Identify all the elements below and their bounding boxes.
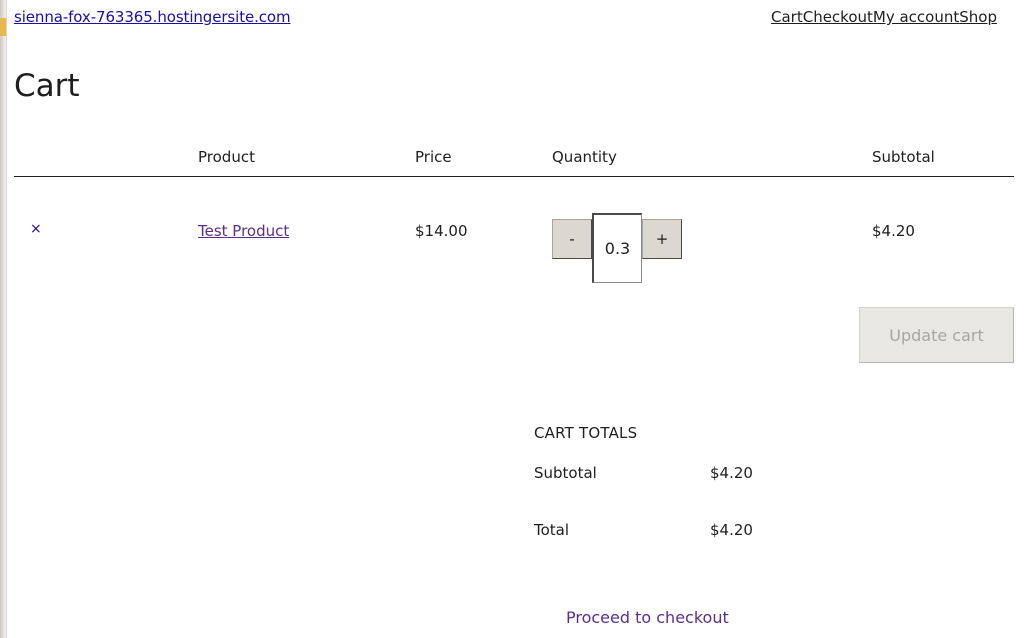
remove-item-icon[interactable]: ×	[30, 221, 42, 237]
product-link[interactable]: Test Product	[198, 222, 289, 240]
cart-totals-heading: CART TOTALS	[534, 424, 638, 442]
window-edge	[0, 0, 7, 638]
cart-item-row: × Test Product $14.00 - + $4.20	[14, 177, 1014, 285]
nav-cart[interactable]: Cart	[771, 8, 803, 26]
decrement-button[interactable]: -	[552, 219, 592, 259]
cart-table-header: Product Price Quantity Subtotal	[14, 140, 1014, 177]
totals-total-label: Total	[534, 521, 570, 539]
item-subtotal: $4.20	[872, 222, 915, 240]
column-header-quantity: Quantity	[552, 148, 617, 166]
totals-total-row: Total $4.20	[534, 521, 834, 578]
cart-totals: CART TOTALS Subtotal $4.20 Total $4.20	[534, 424, 834, 578]
top-navigation: Cart Checkout My account Shop	[771, 8, 997, 26]
column-header-product: Product	[198, 148, 255, 166]
quantity-input[interactable]	[592, 213, 642, 283]
update-cart-button[interactable]: Update cart	[859, 307, 1014, 363]
column-header-subtotal: Subtotal	[872, 148, 935, 166]
site-title-link[interactable]: sienna-fox-763365.hostingersite.com	[14, 8, 291, 26]
totals-subtotal-row: Subtotal $4.20	[534, 464, 834, 521]
cart-table: Product Price Quantity Subtotal × Test P…	[14, 140, 1014, 285]
nav-checkout[interactable]: Checkout	[803, 8, 873, 26]
item-price: $14.00	[415, 222, 468, 240]
totals-subtotal-label: Subtotal	[534, 464, 597, 482]
proceed-to-checkout-link[interactable]: Proceed to checkout	[566, 608, 729, 627]
page-title: Cart	[14, 68, 80, 104]
quantity-stepper: - +	[552, 193, 682, 283]
totals-subtotal-value: $4.20	[710, 464, 753, 482]
column-header-price: Price	[415, 148, 452, 166]
increment-button[interactable]: +	[642, 219, 682, 259]
nav-shop[interactable]: Shop	[959, 8, 997, 26]
nav-my-account[interactable]: My account	[873, 8, 959, 26]
totals-total-value: $4.20	[710, 521, 753, 539]
